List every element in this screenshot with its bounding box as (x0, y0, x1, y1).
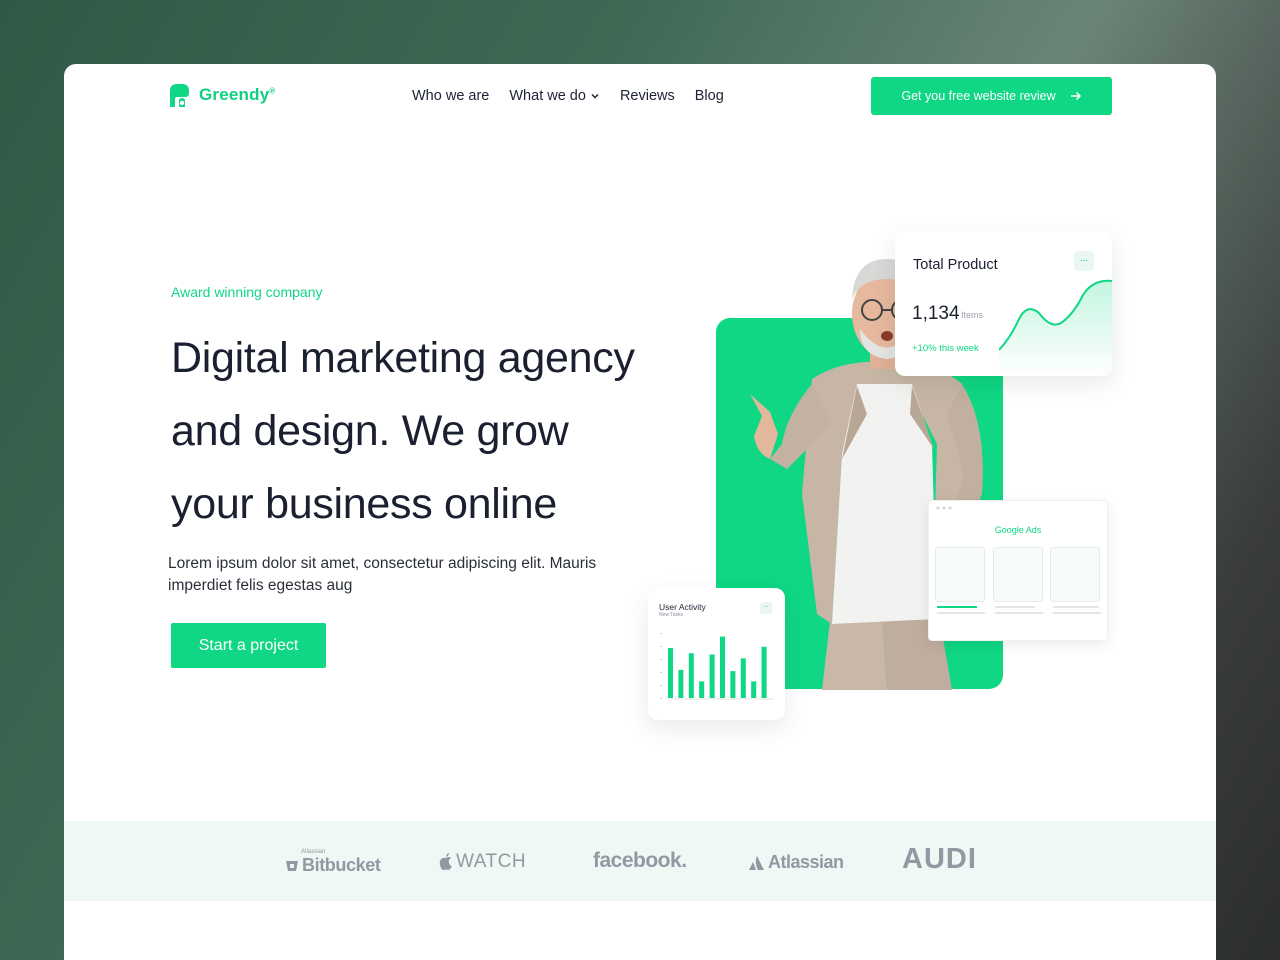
activity-bar (720, 636, 725, 698)
window-dots-icon (936, 506, 952, 510)
nav-label: Blog (694, 88, 724, 104)
greendy-logo-icon (170, 84, 189, 107)
ad-preview-tile (1050, 547, 1100, 602)
hero-subtext: Lorem ipsum dolor sit amet, consectetur … (168, 555, 597, 594)
nav-what-we-do[interactable]: What we do (509, 88, 600, 104)
total-product-value: 1,134 (912, 303, 960, 324)
apple-watch-logo-text: WATCH (456, 851, 527, 872)
total-product-card: Total Product ... 1,134 Items +10% this … (895, 231, 1112, 376)
cta-label: Get you free website review (901, 89, 1056, 103)
brand-logo[interactable]: Greendy® (167, 81, 275, 109)
start-project-button[interactable]: Start a project (171, 623, 326, 668)
apple-watch-logo: WATCH (438, 851, 526, 873)
y-tick (660, 659, 662, 660)
atlassian-logo: Atlassian (748, 852, 844, 873)
atlassian-icon (749, 855, 764, 870)
placeholder-line (1053, 606, 1099, 608)
activity-bar (761, 646, 767, 698)
audi-logo: AUDI (902, 843, 977, 875)
card-subtitle: New Tasks (659, 612, 684, 618)
client-logos-band: Atlassian Bitbucket WATCH facebook. Atla… (64, 821, 1216, 901)
placeholder-line (937, 612, 985, 614)
total-product-unit: Items (961, 310, 984, 320)
placeholder-line (995, 606, 1035, 608)
arrow-right-icon (1070, 91, 1081, 101)
ad-progress-bar (937, 606, 977, 608)
y-tick (660, 633, 662, 634)
hero-eyebrow: Award winning company (171, 284, 323, 300)
activity-bar (699, 681, 705, 698)
google-ads-card: Google Ads (928, 500, 1108, 641)
trend-line-chart (999, 279, 1112, 376)
nav-label: Reviews (619, 88, 675, 104)
ad-preview-tile (993, 547, 1043, 602)
more-options-icon[interactable]: ... (760, 602, 772, 614)
activity-bar (730, 671, 736, 698)
user-activity-card: User Activity New Tasks ... (648, 588, 785, 720)
placeholder-line (1053, 612, 1101, 614)
activity-bar (751, 681, 757, 698)
hero-headline: Digital marketing agency and design. We … (171, 334, 635, 528)
card-title: User Activity (659, 602, 706, 612)
atlassian-logo-text: Atlassian (768, 852, 844, 872)
more-options-icon[interactable]: ... (1074, 251, 1094, 271)
activity-bar (709, 654, 715, 698)
nav-who-we-are[interactable]: Who we are (412, 88, 489, 104)
main-nav: Who we are What we do Reviews Blog (412, 88, 724, 104)
activity-bar (740, 658, 746, 698)
ad-preview-tile (935, 547, 985, 602)
nav-label: What we do (509, 88, 586, 104)
y-tick (660, 685, 662, 686)
brand-name: Greendy® (199, 85, 276, 104)
facebook-logo: facebook. (593, 849, 687, 872)
page-frame: Greendy® Who we are What we do Reviews B… (64, 64, 1216, 960)
total-product-change: +10% this week (912, 343, 979, 354)
activity-bar (678, 669, 684, 698)
free-review-button[interactable]: Get you free website review (871, 77, 1112, 115)
nav-label: Who we are (412, 88, 490, 104)
chevron-down-icon (591, 93, 599, 99)
y-tick (660, 698, 662, 699)
nav-blog[interactable]: Blog (695, 88, 724, 104)
activity-bar (688, 653, 694, 698)
bitbucket-logo: Atlassian Bitbucket (285, 849, 381, 876)
card-title: Google Ads (994, 525, 1042, 535)
apple-icon (439, 853, 452, 870)
activity-bar (668, 648, 673, 698)
nav-reviews[interactable]: Reviews (620, 88, 675, 104)
user-activity-bar-chart (660, 633, 774, 700)
card-title: Total Product (913, 257, 998, 273)
placeholder-line (995, 612, 1043, 614)
bitbucket-icon (286, 860, 298, 871)
bitbucket-logo-text: Bitbucket (302, 855, 381, 875)
y-tick (660, 646, 662, 647)
y-tick (660, 672, 662, 673)
